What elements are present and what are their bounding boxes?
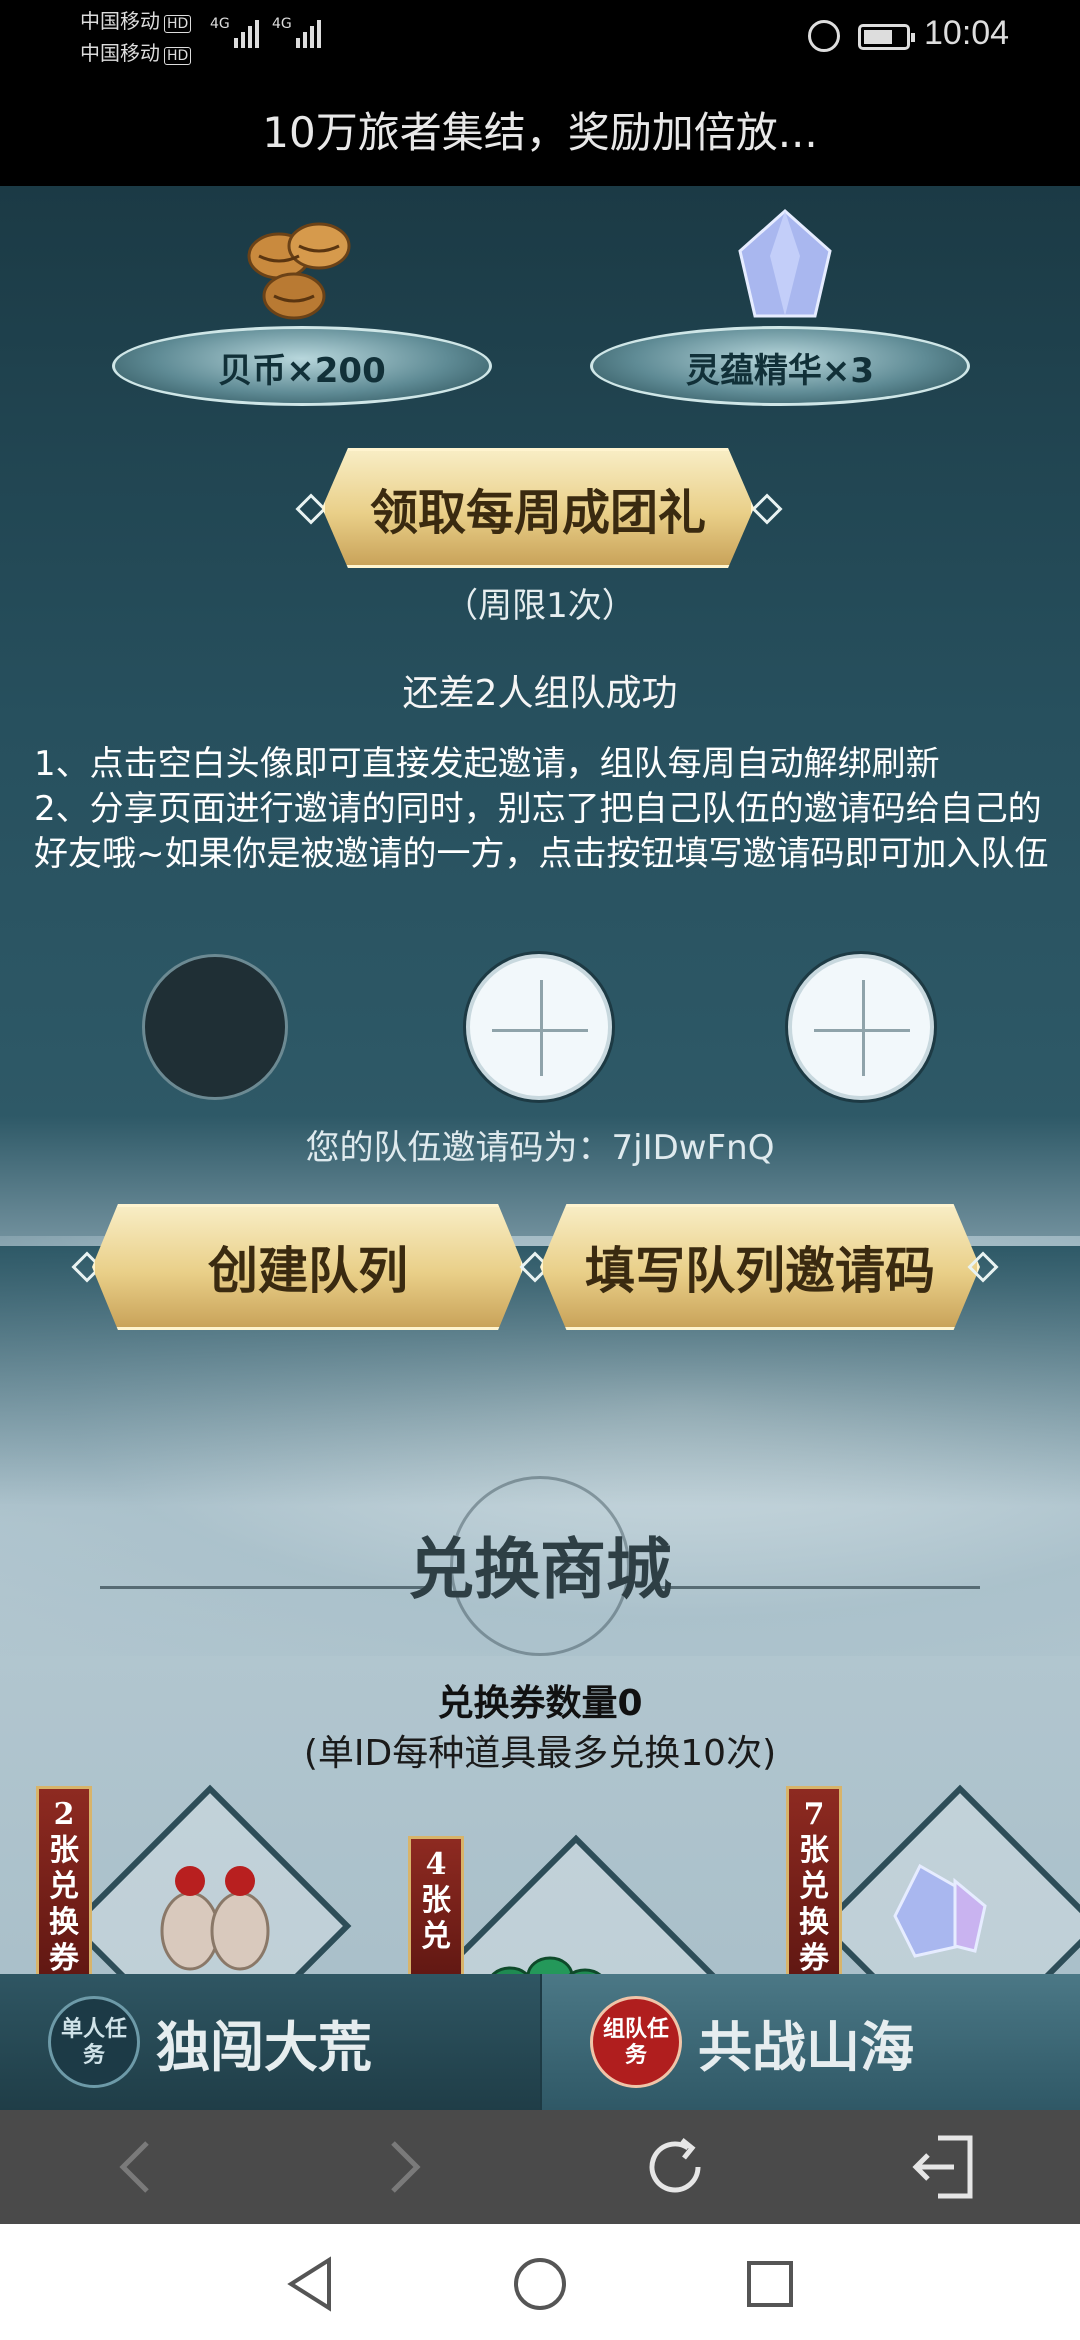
- carrier-label-1: 中国移动 HD: [80, 8, 192, 34]
- system-nav-bar: [0, 2224, 1080, 2340]
- network-type-2: 4G: [272, 16, 292, 32]
- nav-back-icon[interactable]: [280, 2254, 340, 2314]
- signal-icon-2: [296, 18, 321, 48]
- tab-team-task-label: 共战山海: [698, 2014, 914, 2079]
- page-title: 10万旅者集结，奖励加倍放...: [262, 107, 818, 157]
- jade-beads-icon: [470, 1906, 620, 1974]
- tab-solo-task[interactable]: 单人任务 独闯大荒: [0, 1974, 540, 2110]
- crystal-icon: [860, 1836, 1010, 1974]
- shop-title: 兑换商城: [408, 1530, 672, 1608]
- shop-item-price-1: 2张兑换券: [36, 1786, 92, 1974]
- cowrie-shells-icon: [224, 196, 374, 346]
- clock: 10:04: [924, 14, 1010, 52]
- invite-slot-2[interactable]: [466, 954, 612, 1100]
- battery-fill: [864, 30, 892, 44]
- solo-task-badge: 单人任务: [48, 1996, 140, 2088]
- carrier-name-2: 中国移动: [80, 41, 160, 65]
- rule-1: 1、点击空白头像即可直接发起邀请，组队每周自动解绑刷新: [34, 744, 940, 784]
- network-type-1: 4G: [210, 16, 230, 32]
- plus-icon-vertical: [862, 980, 865, 1076]
- forward-icon[interactable]: [370, 2132, 440, 2202]
- button-ornament-left: [295, 493, 327, 525]
- shop-item-price-3: 7张兑换券: [786, 1786, 842, 1974]
- reward-item-2: 灵蕴精华×3: [590, 326, 970, 406]
- hd-badge-1: HD: [164, 15, 192, 33]
- task-tabs: 单人任务 独闯大荒 组队任务 共战山海: [0, 1974, 1080, 2110]
- page-title-bar: 10万旅者集结，奖励加倍放...: [0, 72, 1080, 186]
- battery-icon: [858, 24, 915, 50]
- enter-invite-code-button[interactable]: 填写队列邀请码: [540, 1204, 980, 1330]
- tab-team-task[interactable]: 组队任务 共战山海: [540, 1974, 1080, 2110]
- nav-recents-icon[interactable]: [740, 2254, 800, 2314]
- back-icon[interactable]: [100, 2132, 170, 2202]
- team-rules: 1、点击空白头像即可直接发起邀请，组队每周自动解绑刷新 2、分享页面进行邀请的同…: [34, 742, 1054, 877]
- team-member-avatar[interactable]: [142, 954, 288, 1100]
- reward-item-1: 贝币×200: [112, 326, 492, 406]
- button-ornament-right: [751, 493, 783, 525]
- main-content[interactable]: 贝币×200 灵蕴精华×3 领取每周成团礼 （周限1次） 还差2人组队成功 1、…: [0, 186, 1080, 1974]
- tab-solo-task-label: 独闯大荒: [156, 2014, 372, 2079]
- status-bar: 中国移动 HD 中国移动 HD 4G 4G 10:04: [0, 0, 1080, 72]
- invite-code-text: 您的队伍邀请码为：7jIDwFnQ: [305, 1128, 775, 1168]
- exit-icon[interactable]: [908, 2132, 978, 2202]
- invite-slot-3[interactable]: [788, 954, 934, 1100]
- hd-badge-2: HD: [164, 47, 192, 65]
- browser-toolbar: [0, 2110, 1080, 2224]
- voucher-count: 兑换券数量0: [437, 1683, 643, 1724]
- reward-item-1-label: 贝币×200: [218, 351, 386, 391]
- create-team-button[interactable]: 创建队列: [92, 1204, 524, 1330]
- shop-item-price-2: 4张兑: [408, 1836, 464, 1974]
- carrier-name-1: 中国移动: [80, 9, 160, 33]
- claim-weekly-team-gift-button[interactable]: 领取每周成团礼: [322, 448, 754, 568]
- team-task-badge: 组队任务: [590, 1996, 682, 2088]
- signal-icon-1: [234, 18, 259, 48]
- nav-home-icon[interactable]: [510, 2254, 570, 2314]
- weekly-limit-note: （周限1次）: [444, 586, 636, 626]
- exchange-limit-note: (单ID每种道具最多兑换10次): [303, 1733, 777, 1774]
- rule-2: 2、分享页面进行邀请的同时，别忘了把自己队伍的邀请码给自己的好友哦~如果你是被邀…: [34, 789, 1049, 874]
- reward-item-2-label: 灵蕴精华×3: [685, 351, 875, 391]
- crystal-icon: [710, 196, 860, 346]
- team-status-text: 还差2人组队成功: [402, 673, 678, 714]
- refresh-icon[interactable]: [640, 2132, 710, 2202]
- plus-icon-vertical: [540, 980, 543, 1076]
- alarm-icon: [808, 20, 840, 52]
- vase-icon: [140, 1836, 290, 1974]
- carrier-label-2: 中国移动 HD: [80, 40, 192, 66]
